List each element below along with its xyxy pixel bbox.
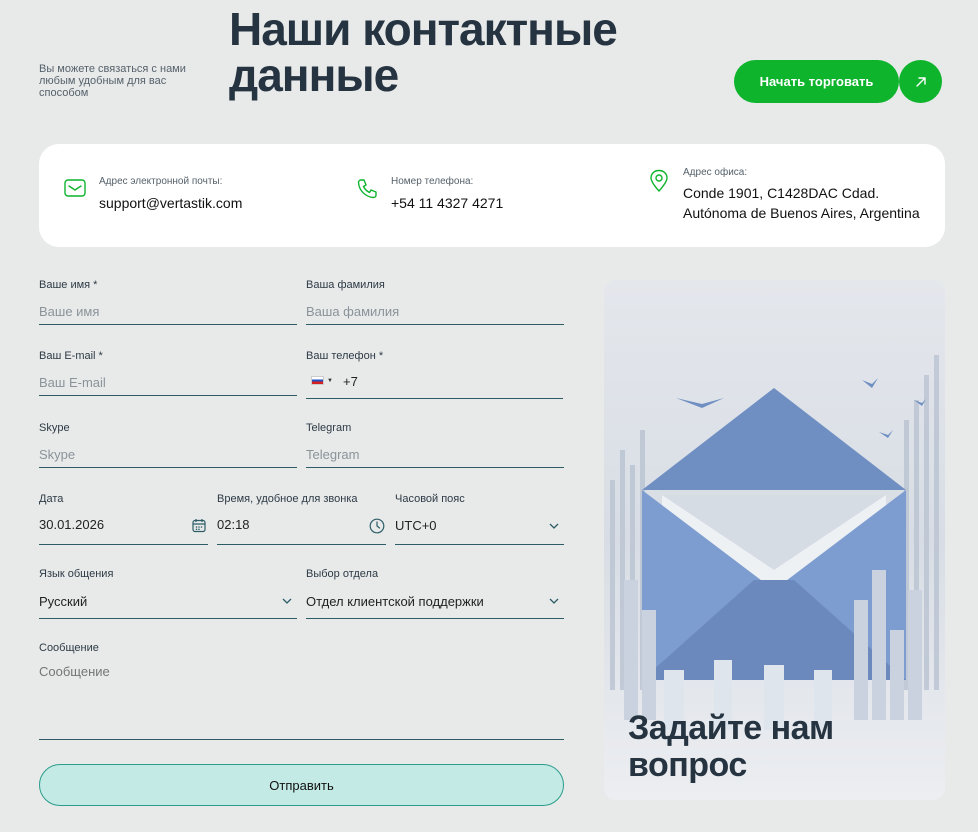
promo-panel: Задайте нам вопрос xyxy=(604,280,945,800)
skype-label: Skype xyxy=(39,422,70,434)
skype-field: Skype xyxy=(39,422,297,470)
page-title: Наши контактные данные xyxy=(229,3,618,101)
contact-info-card: Адрес электронной почты: support@vertast… xyxy=(39,144,945,247)
time-field: Время, удобное для звонка 02:18 xyxy=(217,493,386,545)
arrow-up-right-icon[interactable] xyxy=(899,60,942,103)
location-pin-icon xyxy=(649,169,669,198)
email-field-label: Ваш E-mail * xyxy=(39,350,103,362)
telegram-field: Telegram xyxy=(306,422,564,470)
language-select[interactable]: Язык общения Русский xyxy=(39,568,297,619)
last-name-field: Ваша фамилия xyxy=(306,279,564,327)
department-underline xyxy=(306,618,564,619)
language-value: Русский xyxy=(39,594,88,609)
chevron-down-icon xyxy=(282,598,292,604)
email-label: Адрес электронной почты: xyxy=(99,176,223,187)
message-textarea[interactable] xyxy=(39,664,564,740)
language-underline xyxy=(39,618,297,619)
date-field: Дата 30.01.2026 xyxy=(39,493,208,545)
office-label: Адрес офиса: xyxy=(683,167,748,178)
email-input[interactable] xyxy=(39,370,297,396)
chevron-down-icon xyxy=(549,598,559,604)
department-label: Выбор отдела xyxy=(306,568,379,580)
phone-label: Номер телефона: xyxy=(391,176,474,187)
phone-icon xyxy=(356,178,378,205)
phone-field-label: Ваш телефон * xyxy=(306,350,384,362)
clock-icon[interactable] xyxy=(369,518,385,539)
telegram-input[interactable] xyxy=(306,442,564,468)
time-underline xyxy=(217,544,386,545)
promo-title: Задайте нам вопрос xyxy=(628,709,834,784)
phone-field: Ваш телефон * ▼ +7 xyxy=(306,350,563,399)
phone-value[interactable]: +54 11 4327 4271 xyxy=(391,193,503,213)
office-address-line1: Conde 1901, C1428DAC Cdad. xyxy=(683,185,880,201)
skype-input[interactable] xyxy=(39,442,297,468)
timezone-value: UTC+0 xyxy=(395,518,437,533)
phone-input-value[interactable]: +7 xyxy=(343,374,358,390)
header-subtitle: Вы можете связаться с нами любым удобным… xyxy=(39,63,186,99)
calendar-icon[interactable] xyxy=(192,518,206,538)
message-label: Сообщение xyxy=(39,642,99,654)
message-field: Сообщение xyxy=(39,642,564,741)
language-label: Язык общения xyxy=(39,568,114,580)
mail-icon xyxy=(64,179,86,202)
time-value[interactable]: 02:18 xyxy=(217,517,250,533)
phone-underline xyxy=(306,398,563,399)
first-name-input[interactable] xyxy=(39,299,297,325)
chevron-down-icon xyxy=(549,523,559,529)
caret-down-icon: ▼ xyxy=(327,377,333,384)
office-address-line2: Autónoma de Buenos Aires, Argentina xyxy=(683,205,920,221)
timezone-label: Часовой пояс xyxy=(395,493,465,505)
timezone-select[interactable]: Часовой пояс UTC+0 xyxy=(395,493,564,545)
date-value[interactable]: 30.01.2026 xyxy=(39,517,104,533)
timezone-underline xyxy=(395,544,564,545)
country-flag-selector[interactable]: ▼ xyxy=(311,376,333,385)
telegram-label: Telegram xyxy=(306,422,352,434)
date-underline xyxy=(39,544,208,545)
first-name-label: Ваше имя * xyxy=(39,279,98,291)
email-value[interactable]: support@vertastik.com xyxy=(99,193,242,213)
last-name-label: Ваша фамилия xyxy=(306,279,385,291)
department-select[interactable]: Выбор отдела Отдел клиентской поддержки xyxy=(306,568,564,619)
submit-button[interactable]: Отправить xyxy=(39,764,564,806)
first-name-field: Ваше имя * xyxy=(39,279,297,327)
date-label: Дата xyxy=(39,493,64,505)
department-value: Отдел клиентской поддержки xyxy=(306,594,484,609)
russia-flag-icon xyxy=(311,376,324,385)
email-field: Ваш E-mail * xyxy=(39,350,297,399)
last-name-input[interactable] xyxy=(306,299,564,325)
start-trading-button[interactable]: Начать торговать xyxy=(734,60,899,103)
time-label: Время, удобное для звонка xyxy=(217,493,358,505)
